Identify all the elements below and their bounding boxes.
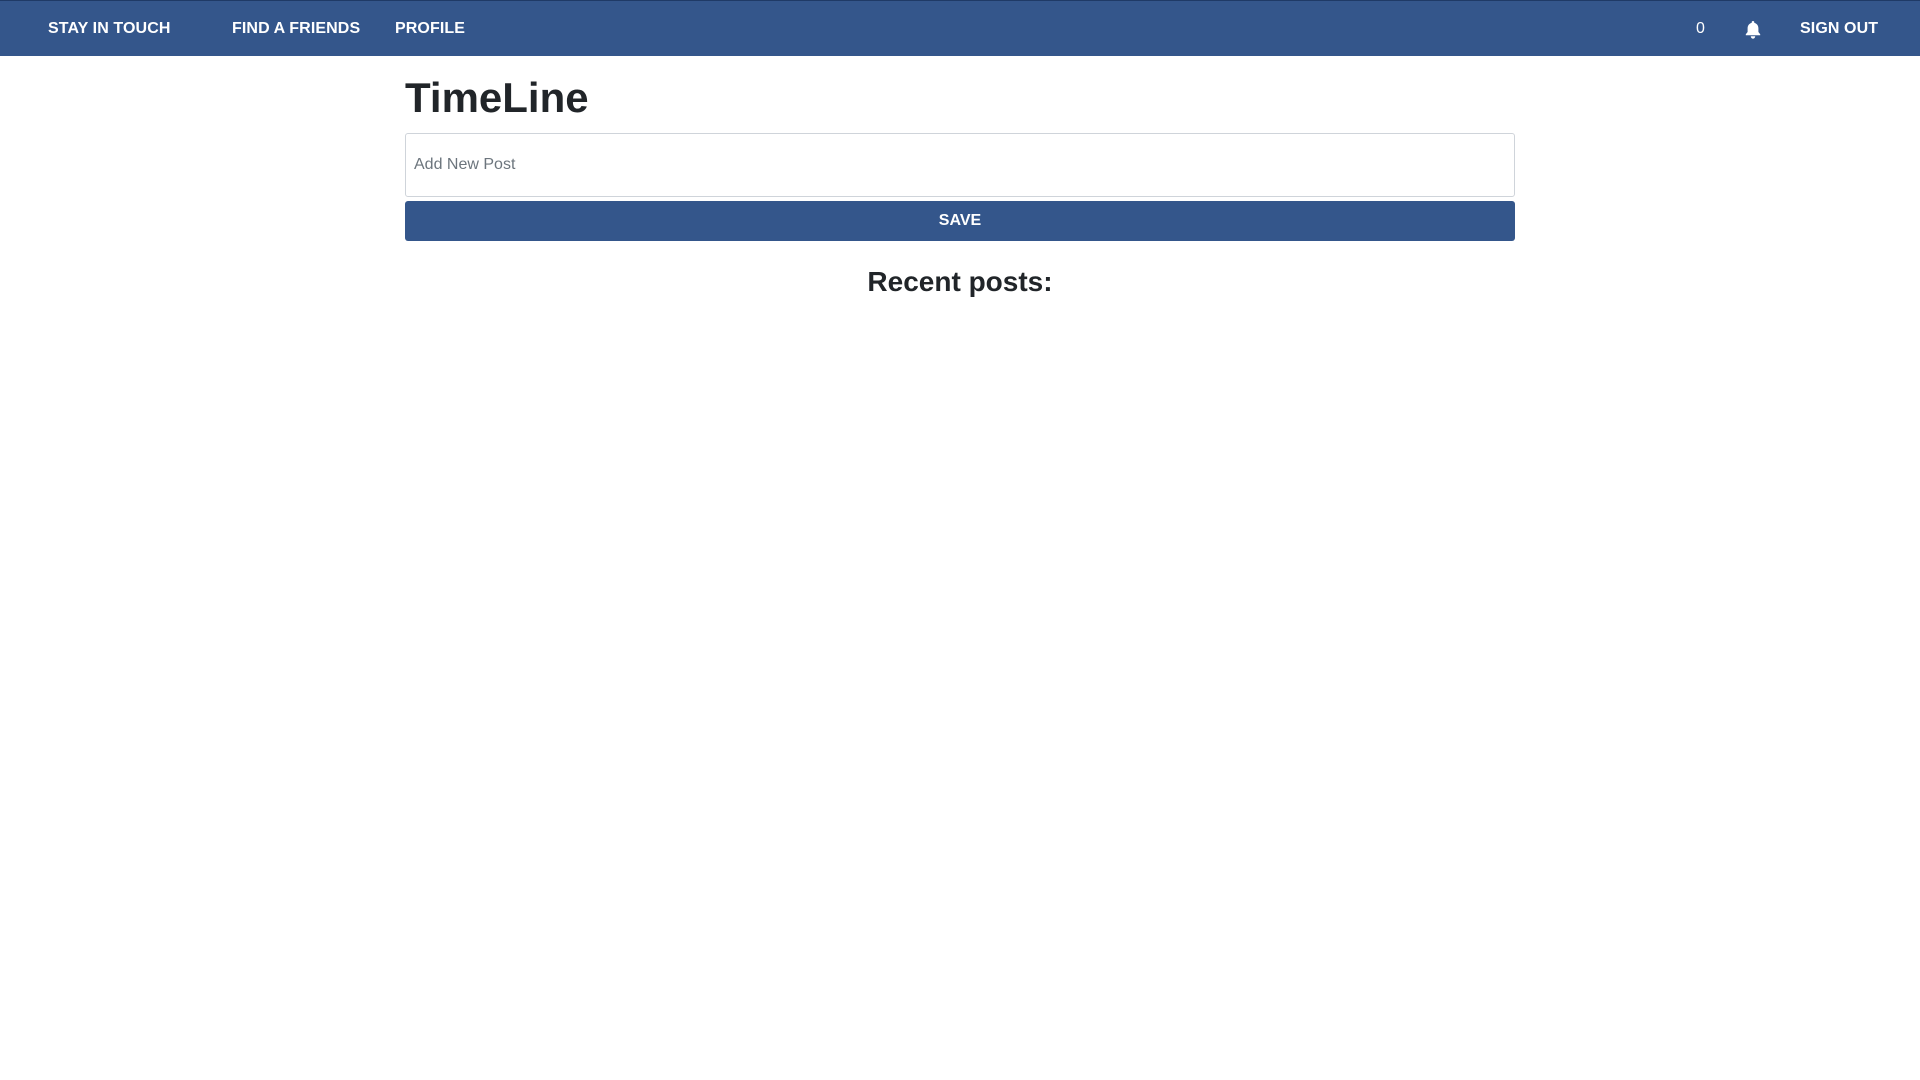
notification-count: 0 (1696, 20, 1705, 37)
brand-link[interactable]: STAY IN TOUCH (48, 1, 171, 57)
bell-icon[interactable] (1745, 21, 1761, 39)
recent-posts-heading: Recent posts: (867, 266, 1053, 297)
new-post-input[interactable] (405, 133, 1515, 197)
profile-link[interactable]: PROFILE (395, 1, 465, 57)
save-button[interactable]: SAVE (405, 201, 1515, 241)
page-title: TimeLine (405, 74, 589, 121)
find-friends-link[interactable]: FIND A FRIENDS (232, 1, 360, 57)
top-navbar: STAY IN TOUCH FIND A FRIENDS PROFILE 0 S… (0, 0, 1920, 56)
bell-icon-svg (1745, 21, 1761, 39)
sign-out-link[interactable]: SIGN OUT (1800, 1, 1878, 57)
